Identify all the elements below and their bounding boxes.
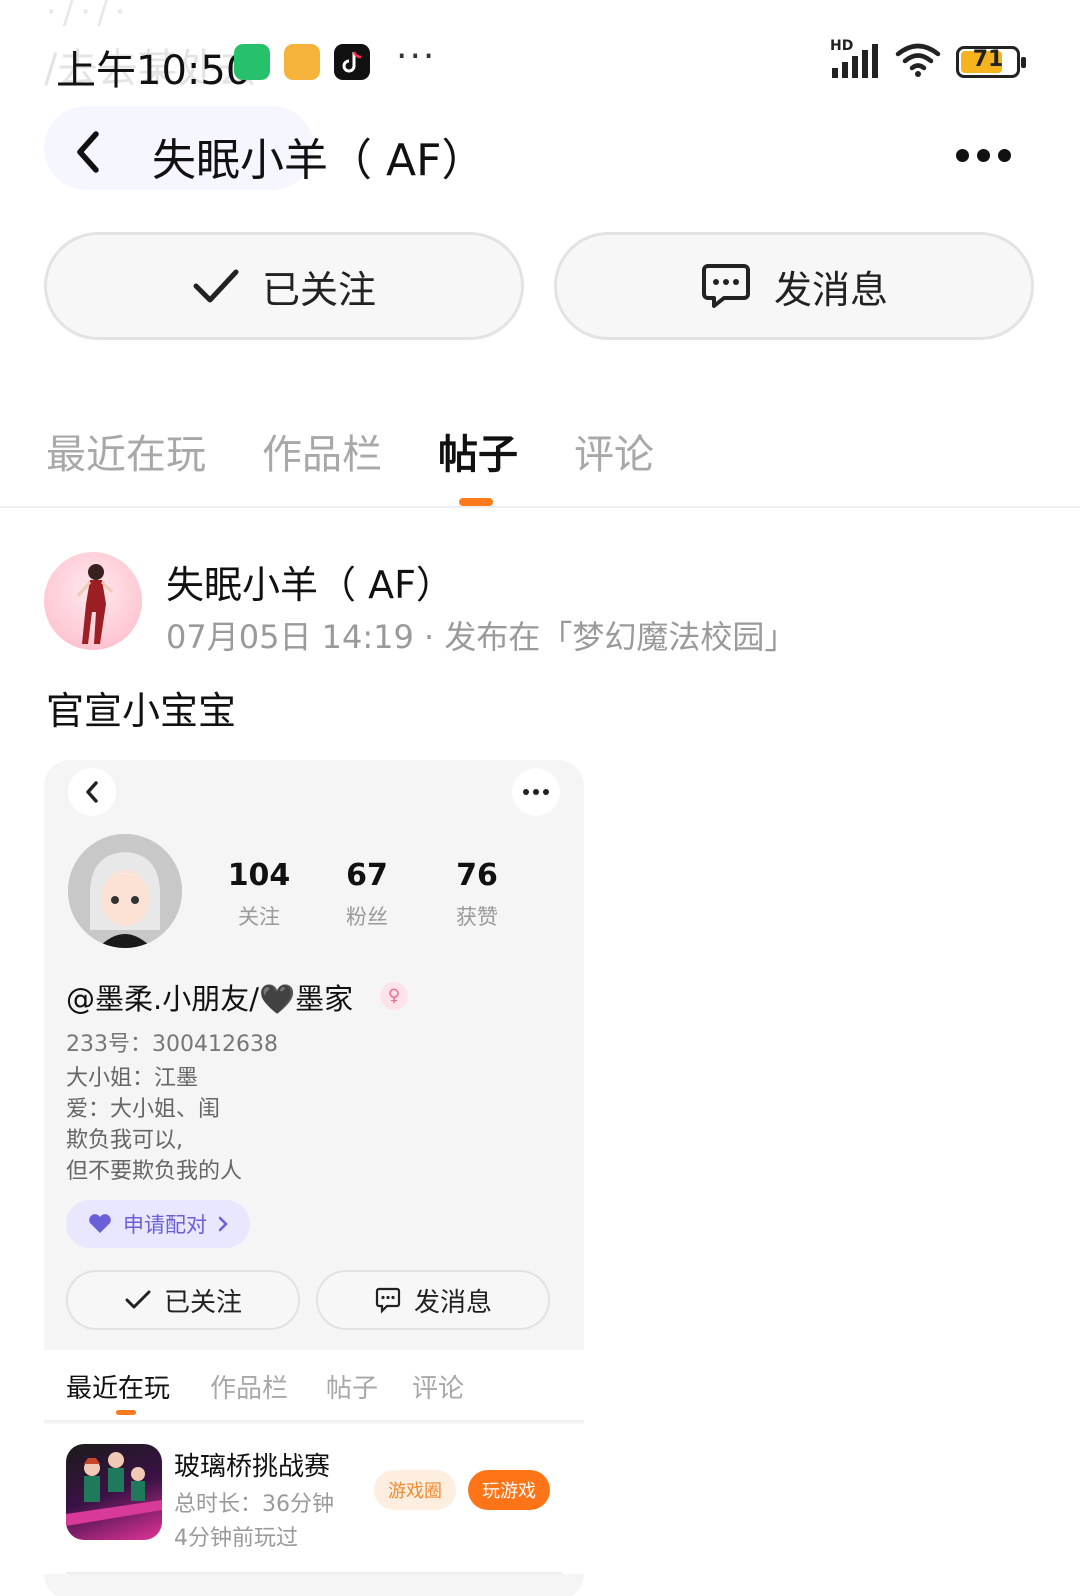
status-right-icons: HD 71 (830, 38, 1026, 82)
send-message-label: 发消息 (773, 267, 888, 312)
more-dot-icon (543, 789, 549, 795)
game-duration: 总时长：36分钟 (174, 1492, 334, 1517)
post-image[interactable]: 104 关注 67 粉丝 76 获赞 @墨柔.小朋友/🖤墨家 ♀ 233号：30… (44, 760, 584, 1596)
recent-game-item: 玻璃桥挑战赛 总时长：36分钟 4分钟前玩过 游戏圈 玩游戏 (44, 1424, 584, 1574)
embed-message-label: 发消息 (413, 1287, 492, 1318)
embed-avatar (68, 834, 182, 948)
embed-username: @墨柔.小朋友/🖤墨家 (66, 982, 354, 1016)
wifi-icon (894, 42, 942, 82)
chat-bubble-icon (701, 264, 750, 308)
status-more-dots: ··· (396, 36, 437, 77)
post-meta: 07月05日 14:19 · 发布在「梦幻魔法校园」 (166, 618, 797, 656)
more-dot-icon (976, 148, 990, 162)
followed-label: 已关注 (261, 267, 376, 312)
embed-followed-button: 已关注 (66, 1270, 300, 1330)
game-row-divider (66, 1572, 562, 1574)
stat-likes[interactable]: 76 获赞 (422, 858, 532, 931)
chevron-left-icon (77, 131, 99, 173)
anime-avatar-icon (68, 834, 182, 948)
game-title: 玻璃桥挑战赛 (174, 1452, 331, 1482)
battery-level: 71 (972, 47, 1004, 72)
embed-more-button (512, 768, 560, 816)
embed-bio-line: 欺负我可以, (66, 1128, 183, 1153)
embed-tab-comments: 评论 (412, 1374, 465, 1404)
send-message-button[interactable]: 发消息 (554, 232, 1034, 340)
embed-tab-works: 作品栏 (210, 1374, 289, 1404)
check-icon (125, 1290, 151, 1309)
embed-bio-line: 大小姐：江墨 (66, 1066, 199, 1091)
stat-following-label: 关注 (238, 905, 280, 929)
embed-active-tab-indicator (116, 1410, 136, 1415)
embed-tabs: 最近在玩 作品栏 帖子 评论 (44, 1350, 584, 1422)
followed-button[interactable]: 已关注 (44, 232, 524, 340)
tab-works[interactable]: 作品栏 (262, 422, 382, 480)
shield-app-icon (234, 44, 270, 80)
battery-icon: 71 (956, 46, 1026, 78)
embed-user-id: 233号：300412638 (66, 1032, 278, 1057)
game-characters-icon (66, 1452, 162, 1526)
tab-comments[interactable]: 评论 (574, 422, 654, 480)
page-title: 失眠小羊（ AF） (152, 135, 486, 186)
request-pair-label: 申请配对 (123, 1213, 207, 1237)
embed-bio-line: 爱：大小姐、闺 (66, 1097, 221, 1122)
post-author-name[interactable]: 失眠小羊（ AF） (166, 554, 454, 609)
game-thumbnail (66, 1444, 162, 1540)
embed-bio-line: 但不要欺负我的人 (66, 1159, 243, 1184)
more-dot-icon (997, 148, 1011, 162)
avatar-figure-icon (76, 564, 114, 644)
stat-following-count: 104 (227, 858, 291, 893)
embed-message-button: 发消息 (316, 1270, 550, 1330)
tab-posts[interactable]: 帖子 (438, 422, 518, 480)
profile-tabs: 最近在玩 作品栏 帖子 评论 (0, 410, 1080, 508)
embed-followed-label: 已关注 (163, 1287, 242, 1318)
play-game-button: 玩游戏 (468, 1470, 550, 1510)
female-gender-icon: ♀ (380, 982, 408, 1010)
chat-bubble-icon (375, 1287, 401, 1314)
embed-tab-posts: 帖子 (326, 1374, 379, 1404)
more-dot-icon (533, 789, 539, 795)
chevron-right-icon (218, 1216, 228, 1232)
stat-likes-label: 获赞 (456, 905, 498, 929)
gallery-app-icon (284, 44, 320, 80)
post-author-avatar[interactable] (44, 552, 142, 650)
stat-followers-label: 粉丝 (346, 905, 388, 929)
embed-back-button (68, 768, 116, 816)
status-time: 上午10:50 (56, 48, 252, 94)
top-nav: 失眠小羊（ AF） (0, 100, 1080, 210)
request-pair-button: 申请配对 (66, 1200, 250, 1248)
more-dot-icon (955, 148, 969, 162)
back-button[interactable] (56, 120, 120, 184)
profile-page: ·/·/· /去去某处去 上午10:50 ··· HD 71 失眠小羊（ AF）… (0, 0, 1080, 1596)
more-dot-icon (523, 789, 529, 795)
active-tab-indicator (459, 498, 493, 506)
check-icon (193, 269, 239, 303)
game-circle-button: 游戏圈 (374, 1470, 456, 1510)
signal-icon: HD (830, 38, 880, 80)
stat-following[interactable]: 104 关注 (204, 858, 314, 931)
game-last-played: 4分钟前玩过 (174, 1526, 298, 1551)
tiktok-app-icon (334, 44, 370, 80)
embed-tab-recent: 最近在玩 (66, 1374, 171, 1404)
chevron-left-icon (86, 781, 98, 803)
tab-recent[interactable]: 最近在玩 (46, 422, 206, 480)
stat-followers[interactable]: 67 粉丝 (312, 858, 422, 931)
status-ghost-top: ·/·/· (46, 0, 132, 32)
stat-followers-count: 67 (346, 858, 388, 893)
more-options-button[interactable] (938, 130, 1028, 180)
post-text: 官宣小宝宝 (46, 689, 237, 733)
stat-likes-count: 76 (456, 858, 498, 893)
heart-icon (89, 1214, 111, 1233)
